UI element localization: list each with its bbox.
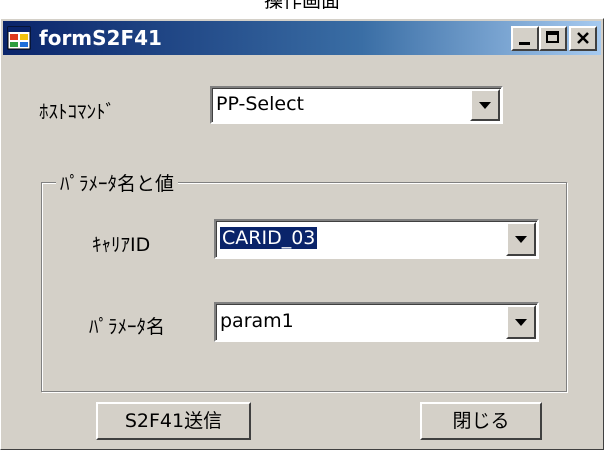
carrier-id-label: ｷｬﾘｱID [92,234,151,256]
minimize-button[interactable] [511,26,539,51]
send-s2f41-button[interactable]: S2F41送信 [96,402,251,440]
close-button[interactable]: 閉じる [420,402,542,440]
param-name-value: param1 [220,310,294,332]
param-name-dropdown-button[interactable] [506,305,536,339]
param-name-label: ﾊﾟﾗﾒｰﾀ名 [89,316,166,338]
maximize-button[interactable] [539,26,567,51]
page-caption: 操作画面 [263,0,340,11]
carrier-id-combo[interactable]: CARID_03 [214,219,539,259]
app-icon [7,26,31,50]
host-command-dropdown-button[interactable] [470,89,500,121]
parameter-group [41,182,567,392]
host-command-value: PP-Select [216,93,304,115]
title-bar[interactable]: formS2F41 [3,21,601,55]
carrier-id-dropdown-button[interactable] [506,222,536,256]
host-command-label: ﾎｽﾄｺﾏﾝﾄﾞ [39,101,116,123]
close-window-button[interactable] [569,26,597,51]
host-command-combo[interactable]: PP-Select [210,86,503,124]
parameter-group-title: ﾊﾟﾗﾒｰﾀ名と値 [56,169,179,196]
window-title: formS2F41 [39,26,162,50]
close-icon [577,32,589,44]
carrier-id-value[interactable]: CARID_03 [220,227,318,249]
param-name-combo[interactable]: param1 [214,302,539,342]
form-window: formS2F41 ﾎｽﾄｺﾏﾝﾄﾞ PP-Select ﾊﾟﾗﾒｰﾀ名と値 ｷ… [0,18,604,450]
